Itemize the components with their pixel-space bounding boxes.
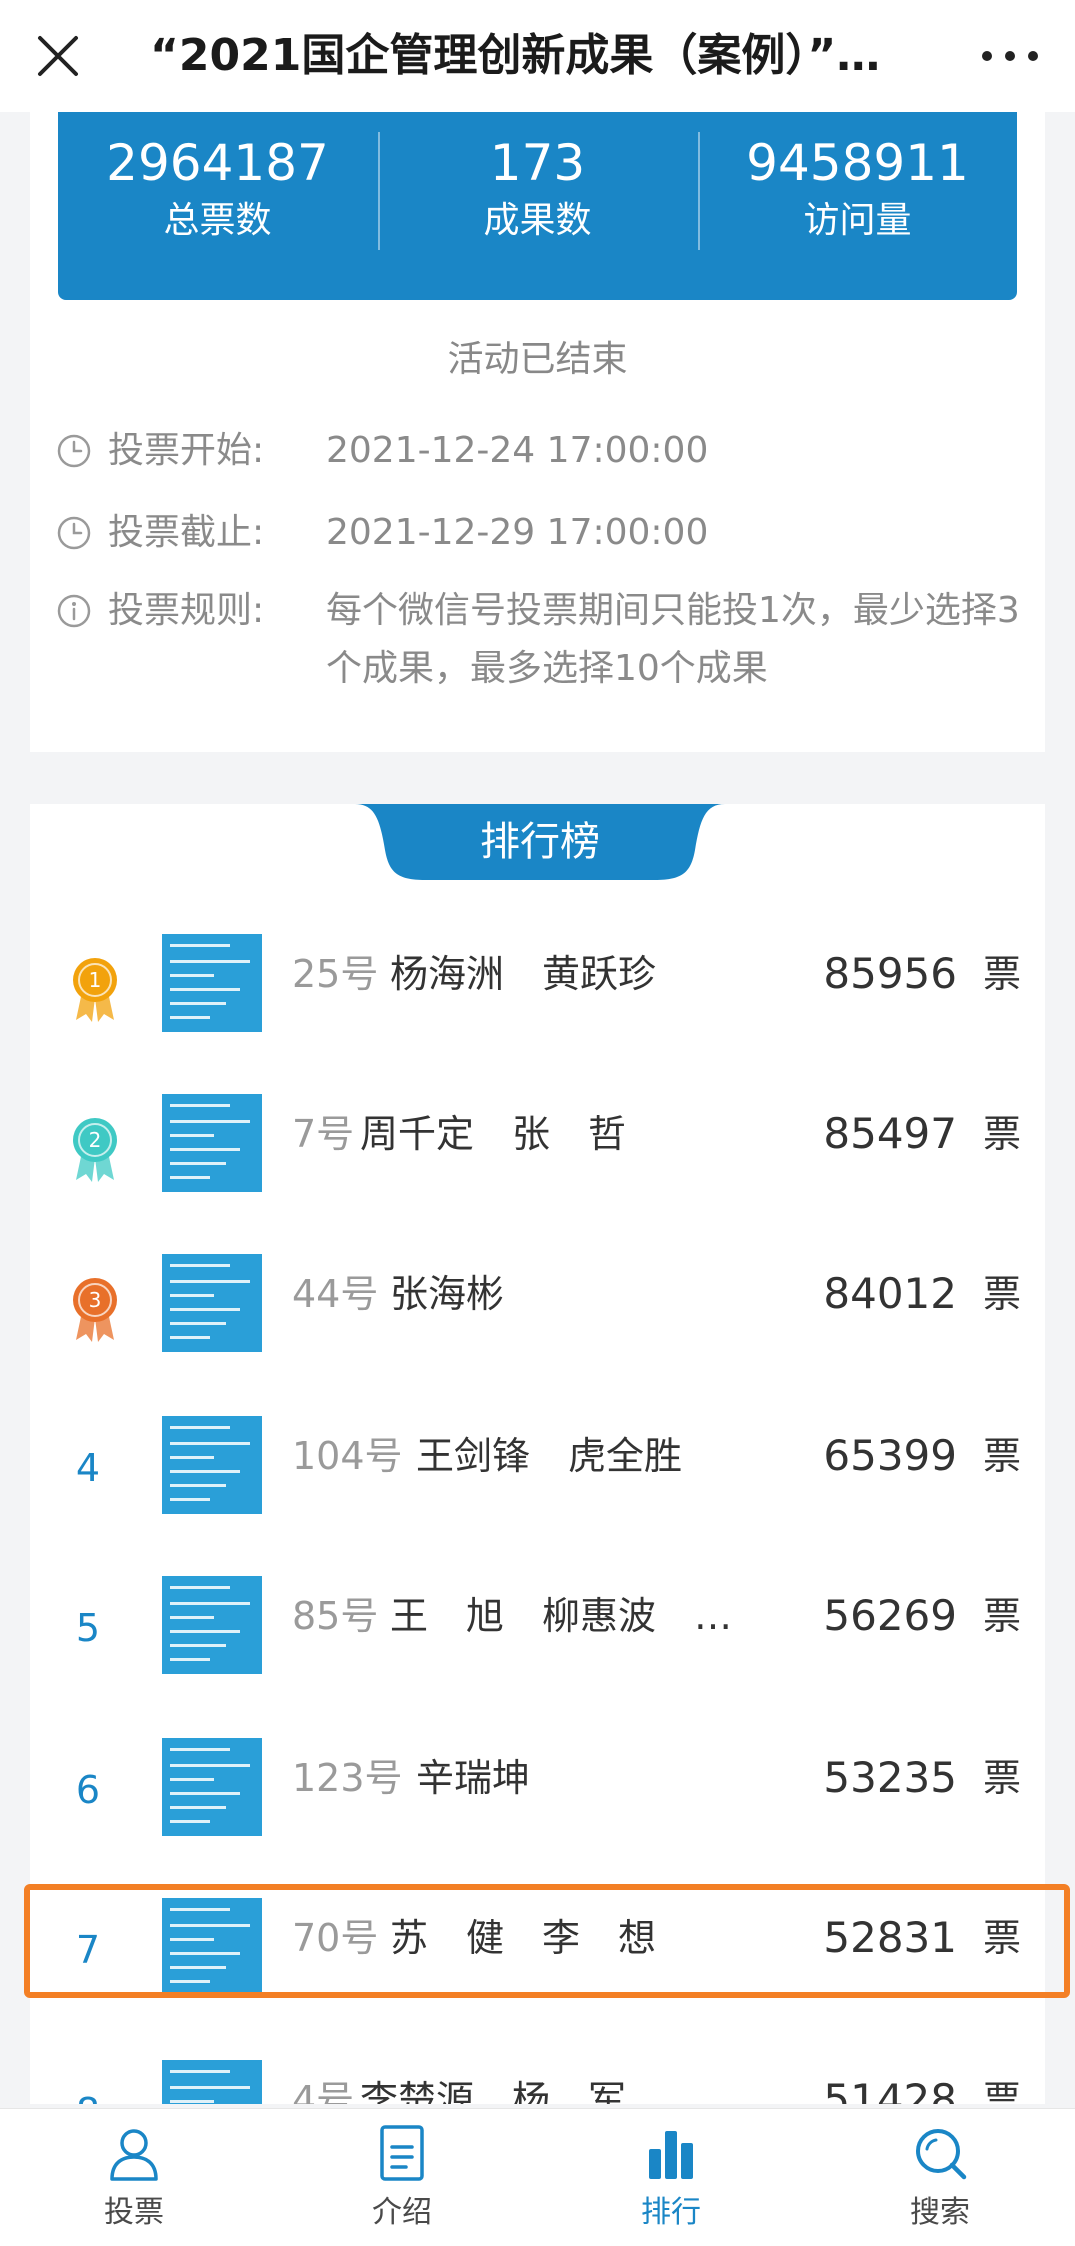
activity-status: 活动已结束 bbox=[447, 339, 628, 380]
clock-icon bbox=[57, 434, 91, 468]
entry-names: 王剑锋 虎全胜 bbox=[416, 1434, 683, 1478]
ranking-item[interactable]: 8 4号李楚源 杨 军 51428 票 bbox=[30, 2032, 1045, 2104]
nav-label: 介绍 bbox=[372, 2195, 432, 2230]
ranking-item[interactable]: 1 25号 杨海洲 黄跃珍 85956 票 bbox=[30, 906, 1045, 1066]
entry-number: 25号 bbox=[292, 952, 379, 996]
document-icon bbox=[380, 2125, 424, 2181]
nav-vote[interactable]: 投票 bbox=[0, 2109, 268, 2246]
vote-rule-label: 投票规则: bbox=[108, 590, 265, 631]
stat-label: 访问量 bbox=[803, 200, 912, 241]
entry-names: 辛瑞坤 bbox=[416, 1756, 531, 1800]
vote-end-value: 2021-12-29 17:00:00 bbox=[326, 512, 709, 553]
ranking-item[interactable]: 3 44号 张海彬 84012 票 bbox=[30, 1226, 1045, 1386]
nav-label: 排行 bbox=[641, 2195, 701, 2230]
entry-votes: 85956 bbox=[823, 949, 957, 998]
entry-thumbnail bbox=[162, 1738, 262, 1836]
entry-number: 44号 bbox=[292, 1272, 379, 1316]
nav-label: 搜索 bbox=[910, 2195, 970, 2230]
medal-rank: 1 bbox=[89, 968, 102, 992]
medal-icon: 1 bbox=[73, 958, 117, 1022]
entry-thumbnail bbox=[162, 1416, 262, 1514]
info-icon bbox=[57, 594, 91, 628]
stat-visits: 9458911 访问量 bbox=[698, 130, 1017, 270]
stat-label: 总票数 bbox=[163, 200, 272, 241]
vote-rule-row: 投票规则: 每个微信号投票期间只能投1次，最少选择3个成果，最多选择10个成果 bbox=[56, 582, 1026, 702]
entry-names: 张海彬 bbox=[390, 1272, 505, 1316]
entry-number: 104号 bbox=[292, 1434, 403, 1478]
ranking-item[interactable]: 4 104号 王剑锋 虎全胜 65399 票 bbox=[30, 1388, 1045, 1548]
vote-start-value: 2021-12-24 17:00:00 bbox=[326, 430, 709, 471]
entry-thumbnail bbox=[162, 1094, 262, 1192]
bar-chart-icon bbox=[649, 2131, 693, 2179]
votes-unit: 票 bbox=[982, 1272, 1021, 1316]
clock-icon bbox=[57, 516, 91, 550]
entry-thumbnail bbox=[162, 1576, 262, 1674]
stat-label: 成果数 bbox=[483, 200, 592, 241]
stat-total-votes: 2964187 总票数 bbox=[58, 130, 377, 270]
stat-value: 173 bbox=[489, 134, 586, 192]
page-title: “2021国企管理创新成果（案例）”… bbox=[150, 30, 881, 81]
nav-intro[interactable]: 介绍 bbox=[268, 2109, 536, 2246]
stat-value: 2964187 bbox=[106, 134, 329, 192]
ranking-title: 排行榜 bbox=[480, 819, 600, 865]
entry-votes: 53235 bbox=[823, 1753, 957, 1802]
highlight-box bbox=[24, 1884, 1070, 1998]
entry-thumbnail bbox=[162, 1254, 262, 1352]
ranking-item[interactable]: 5 85号王 旭 柳惠波 … 56269 票 bbox=[30, 1548, 1045, 1708]
stat-value: 9458911 bbox=[746, 134, 969, 192]
vote-end-label: 投票截止: bbox=[108, 512, 265, 553]
entry-number: 85号 bbox=[292, 1594, 379, 1638]
votes-unit: 票 bbox=[982, 1434, 1021, 1478]
stats-banner: 2964187 总票数 173 成果数 9458911 访问量 bbox=[58, 112, 1017, 300]
entry-votes: 85497 bbox=[823, 1109, 957, 1158]
rank-number: 6 bbox=[75, 1768, 101, 1812]
vote-start-row: 投票开始: 2021-12-24 17:00:00 bbox=[56, 422, 1026, 480]
ranking-item[interactable]: 2 7号 周千定 张 哲 85497 票 bbox=[30, 1066, 1045, 1226]
rank-number: 8 bbox=[58, 2072, 118, 2104]
rank-number: 5 bbox=[75, 1606, 101, 1650]
votes-unit: 票 bbox=[982, 1112, 1021, 1156]
entry-names: 周千定 张 哲 bbox=[360, 1112, 627, 1156]
nav-ranking[interactable]: 排行 bbox=[537, 2109, 805, 2246]
entry-number: 7号 bbox=[292, 1112, 355, 1156]
bottom-nav: 投票 介绍 排行 搜索 bbox=[0, 2108, 1075, 2246]
rank-number: 4 bbox=[75, 1446, 101, 1490]
entry-votes: 56269 bbox=[823, 1591, 957, 1640]
votes-unit: 票 bbox=[982, 1756, 1021, 1800]
medal-icon: 2 bbox=[73, 1118, 117, 1182]
stat-achievements: 173 成果数 bbox=[378, 130, 697, 270]
entry-number: 4号 bbox=[292, 2078, 355, 2104]
user-icon bbox=[110, 2129, 158, 2181]
votes-unit: 票 bbox=[982, 952, 1021, 996]
votes-unit: 票 bbox=[982, 1594, 1021, 1638]
medal-rank: 2 bbox=[89, 1128, 102, 1152]
votes-unit: 票 bbox=[982, 2078, 1021, 2104]
top-bar: “2021国企管理创新成果（案例）”… bbox=[0, 0, 1075, 112]
entry-names: 王 旭 柳惠波 … bbox=[390, 1594, 733, 1638]
vote-end-row: 投票截止: 2021-12-29 17:00:00 bbox=[56, 504, 1026, 562]
vote-start-label: 投票开始: bbox=[108, 430, 265, 471]
nav-search[interactable]: 搜索 bbox=[806, 2109, 1074, 2246]
vote-rule-value: 每个微信号投票期间只能投1次，最少选择3个成果，最多选择10个成果 bbox=[326, 590, 1020, 689]
close-icon[interactable] bbox=[30, 28, 86, 84]
search-icon bbox=[916, 2129, 967, 2180]
entry-names: 杨海洲 黄跃珍 bbox=[390, 952, 657, 996]
activity-info-card: 2964187 总票数 173 成果数 9458911 访问量 活动已结束 投票… bbox=[30, 112, 1045, 752]
entry-votes: 65399 bbox=[823, 1431, 957, 1480]
entry-votes: 51428 bbox=[823, 2075, 957, 2104]
medal-icon: 3 bbox=[73, 1278, 117, 1342]
entry-number: 123号 bbox=[292, 1756, 403, 1800]
medal-rank: 3 bbox=[89, 1288, 102, 1312]
nav-label: 投票 bbox=[104, 2195, 164, 2230]
entry-thumbnail bbox=[162, 2060, 262, 2104]
more-icon[interactable] bbox=[975, 28, 1045, 84]
entry-votes: 84012 bbox=[823, 1269, 957, 1318]
ranking-item[interactable]: 6 123号 辛瑞坤 53235 票 bbox=[30, 1710, 1045, 1870]
entry-thumbnail bbox=[162, 934, 262, 1032]
entry-names: 李楚源 杨 军 bbox=[360, 2078, 627, 2104]
